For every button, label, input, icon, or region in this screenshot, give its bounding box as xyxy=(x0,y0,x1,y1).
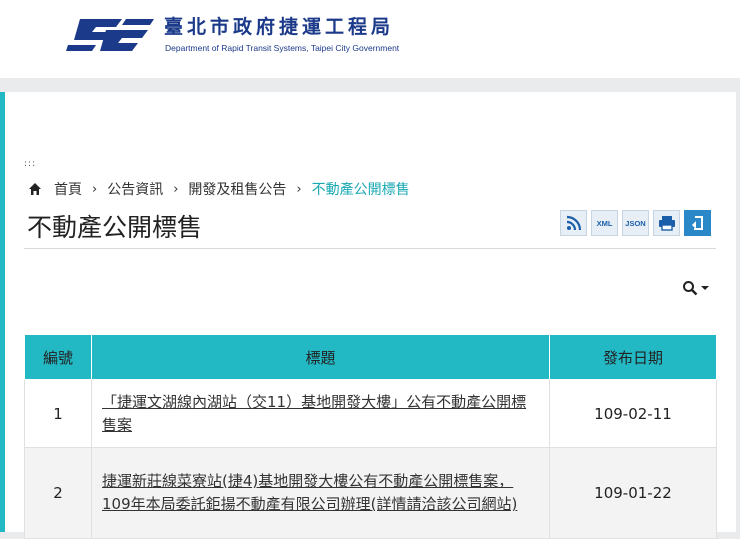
breadcrumb-item-home[interactable]: 首頁 xyxy=(54,179,82,199)
org-name-en[interactable]: Department of Rapid Transit Systems, Tai… xyxy=(165,43,399,53)
breadcrumb-current: 不動產公開標售 xyxy=(311,182,410,198)
xml-label: XML xyxy=(596,218,613,228)
breadcrumb-item-announcements[interactable]: 公告資訊 xyxy=(107,179,163,199)
search-toggle[interactable] xyxy=(682,280,709,296)
xml-button[interactable]: XML xyxy=(591,210,618,236)
title-divider xyxy=(24,248,716,249)
col-header-no: 編號 xyxy=(24,334,92,380)
announcement-table: 編號 標題 發布日期 1 「捷運文湖線內湖站（交11）基地開發大樓」公有不動產公… xyxy=(24,334,717,539)
row-date: 109-02-11 xyxy=(549,379,717,448)
chevron-right-icon: › xyxy=(92,181,98,197)
org-name-zh[interactable]: 臺北市政府捷運工程局 xyxy=(164,12,394,39)
json-label: JSON xyxy=(625,218,646,228)
breadcrumb-item-development[interactable]: 開發及租售公告 xyxy=(188,179,286,199)
logo-icon[interactable] xyxy=(66,13,154,57)
page-title: 不動產公開標售 xyxy=(27,213,203,242)
col-header-title: 標題 xyxy=(91,334,550,380)
breadcrumb: 首頁 › 公告資訊 › 開發及租售公告 › 不動產公開標售 xyxy=(28,179,410,199)
row-title-link[interactable]: 捷運新莊線菜寮站(捷4)基地開發大樓公有不動產公開標售案，109年本局委託鉅揚不… xyxy=(102,472,517,513)
search-icon xyxy=(683,281,698,296)
accesskey-dots[interactable]: ::: xyxy=(24,160,36,169)
caret-down-icon xyxy=(701,286,709,290)
back-icon xyxy=(691,216,703,230)
col-header-date: 發布日期 xyxy=(549,334,717,380)
print-icon xyxy=(658,216,675,231)
rss-icon xyxy=(566,215,581,231)
row-title-cell: 「捷運文湖線內湖站（交11）基地開發大樓」公有不動產公開標售案 xyxy=(91,379,550,448)
back-button[interactable] xyxy=(684,210,711,236)
home-icon[interactable] xyxy=(28,182,42,196)
chevron-right-icon: › xyxy=(296,181,302,197)
table-header-row: 編號 標題 發布日期 xyxy=(24,334,717,380)
row-title-link[interactable]: 「捷運文湖線內湖站（交11）基地開發大樓」公有不動產公開標售案 xyxy=(102,393,526,434)
chevron-right-icon: › xyxy=(173,181,179,197)
row-number: 1 xyxy=(24,379,92,448)
site-header: 臺北市政府捷運工程局 Department of Rapid Transit S… xyxy=(0,0,740,78)
toolbar: XML JSON xyxy=(560,210,711,236)
json-button[interactable]: JSON xyxy=(622,210,649,236)
print-button[interactable] xyxy=(653,210,680,236)
rss-button[interactable] xyxy=(560,210,587,236)
table-row: 1 「捷運文湖線內湖站（交11）基地開發大樓」公有不動產公開標售案 109-02… xyxy=(24,379,717,448)
